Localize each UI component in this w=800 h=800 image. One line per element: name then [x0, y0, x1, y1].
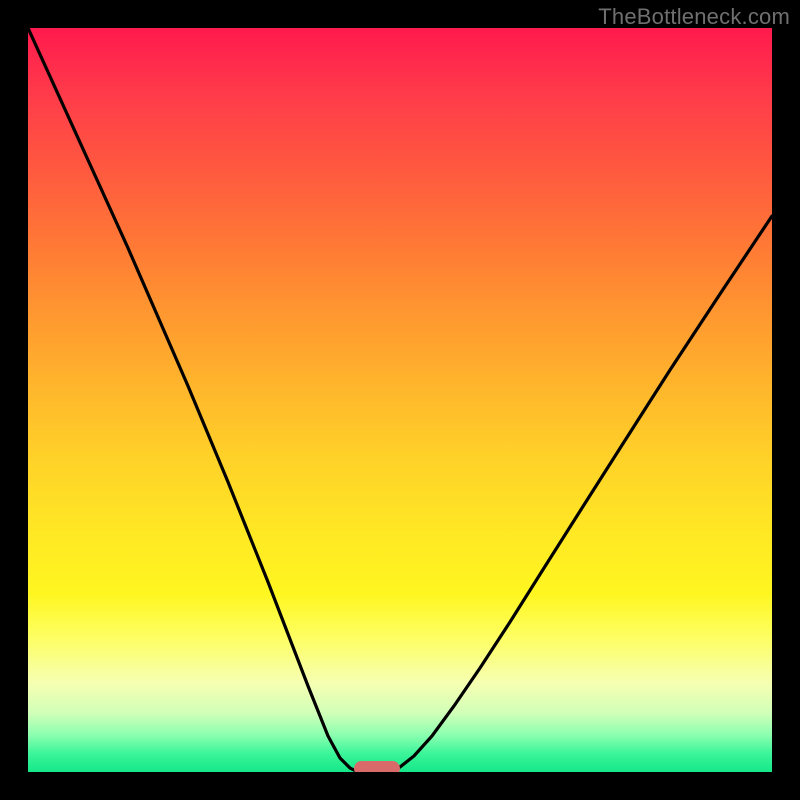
bottleneck-marker [354, 761, 400, 773]
plot-area [28, 28, 772, 772]
watermark-text: TheBottleneck.com [598, 4, 790, 30]
right-curve [390, 216, 772, 772]
left-curve [28, 28, 358, 772]
chart-frame: TheBottleneck.com [0, 0, 800, 800]
curve-layer [28, 28, 772, 772]
